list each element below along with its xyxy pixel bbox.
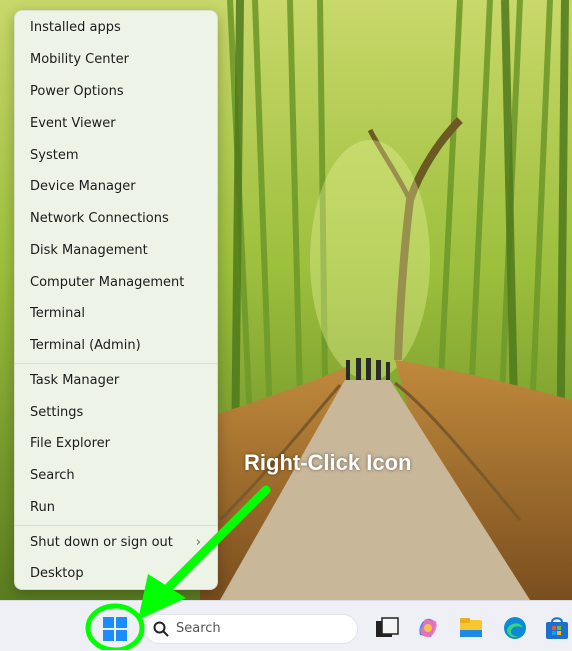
annotation-arrow-icon — [85, 485, 271, 650]
